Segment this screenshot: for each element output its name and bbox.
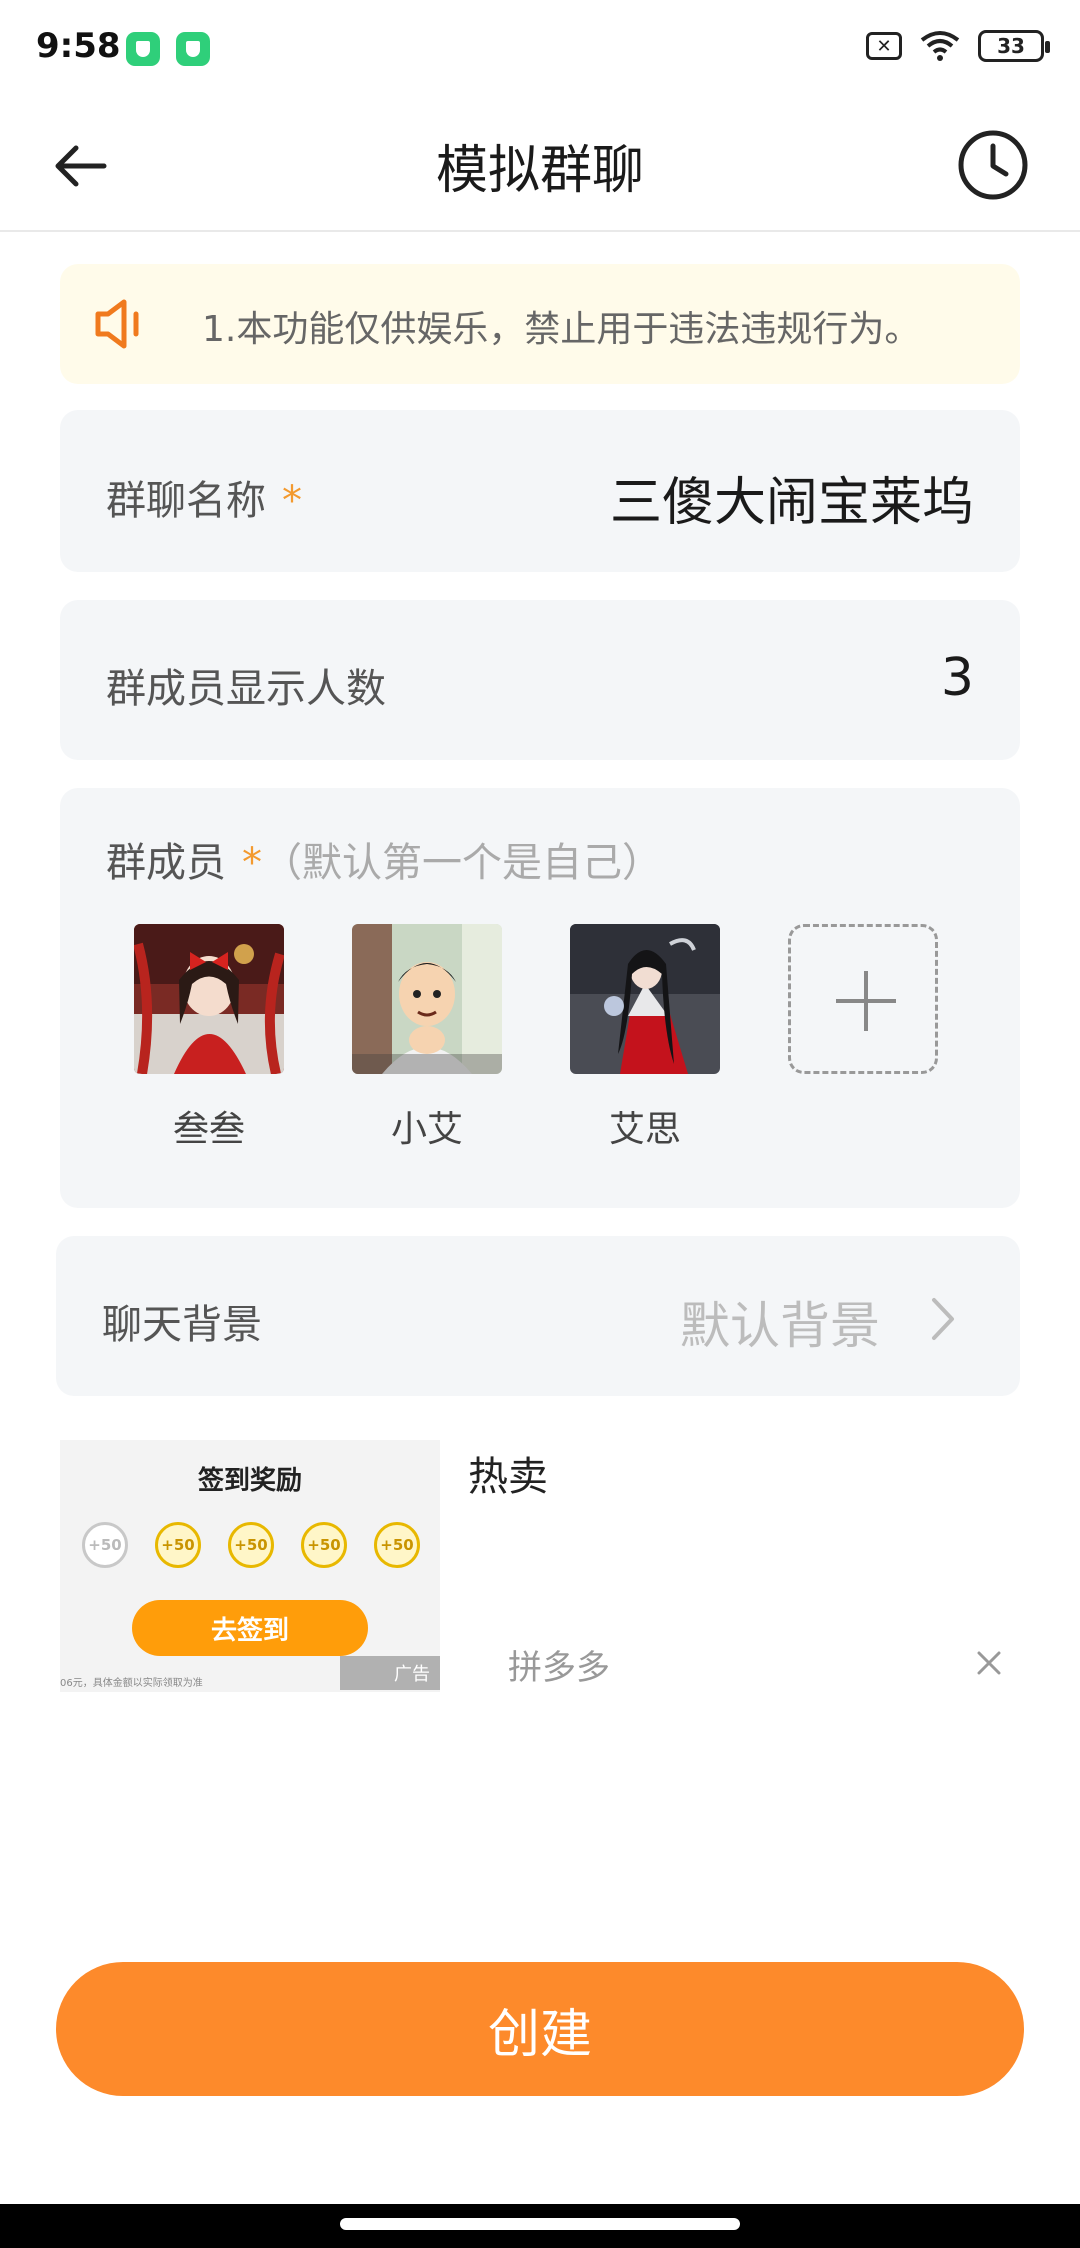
notice-text: 1.本功能仅供娱乐，禁止用于违法违规行为。 [202, 309, 921, 350]
avatar[interactable] [352, 924, 502, 1074]
coin-icon: +50 [82, 1522, 128, 1568]
member-item[interactable]: 叁叁 [134, 924, 284, 1152]
member-count-row[interactable]: 群成员显示人数 3 [60, 600, 1020, 760]
coin-icon: +50 [301, 1522, 347, 1568]
chat-background-value: 默认背景 [680, 1297, 880, 1355]
members-hint: （默认第一个是自己） [262, 840, 662, 886]
add-member-button[interactable] [788, 924, 938, 1152]
battery-level: 33 [997, 34, 1025, 58]
clock-icon[interactable] [954, 126, 1032, 204]
wifi-icon [920, 31, 960, 61]
group-name-field[interactable]: 三傻大闹宝莱坞 [610, 460, 974, 535]
ad-title[interactable]: 热卖 [468, 1444, 548, 1502]
coin-icon: +50 [155, 1522, 201, 1568]
group-name-label-text: 群聊名称 [106, 478, 266, 524]
ad-card[interactable]: 签到奖励 +50 +50 +50 +50 +50 去签到 06元，具体金额以实际… [60, 1440, 1020, 1692]
members-label-text: 群成员 [106, 840, 226, 886]
chat-background-row[interactable]: 聊天背景 默认背景 [56, 1236, 1020, 1396]
top-app-bar: 模拟群聊 [0, 100, 1080, 232]
member-name: 小艾 [390, 1109, 463, 1150]
notice-banner: 1.本功能仅供娱乐，禁止用于违法违规行为。 [60, 264, 1020, 384]
avatar[interactable] [134, 924, 284, 1074]
chevron-right-icon [932, 1298, 954, 1340]
members-section: 群成员 *（默认第一个是自己） 叁叁 小艾 艾思 [60, 788, 1020, 1208]
member-item[interactable]: 小艾 [352, 924, 502, 1152]
ad-tag: 广告 [340, 1656, 440, 1690]
ad-image-title: 签到奖励 [197, 1466, 302, 1496]
member-count-field[interactable]: 3 [941, 648, 974, 708]
battery-icon: 33 [978, 30, 1050, 62]
sim-off-icon: ✕ [866, 32, 902, 60]
member-name: 艾思 [608, 1109, 681, 1150]
create-button[interactable]: 创建 [56, 1962, 1024, 2096]
member-item[interactable]: 艾思 [570, 924, 720, 1152]
group-name-label: 群聊名称 * [106, 468, 302, 526]
status-time: 9:58 [36, 26, 121, 66]
ad-fine-print: 06元，具体金额以实际领取为准 [60, 1678, 203, 1689]
app-badge-icon [126, 32, 160, 66]
status-bar: 9:58 ✕ 33 [0, 0, 1080, 100]
navigation-bar [0, 2204, 1080, 2248]
chat-background-label: 聊天背景 [102, 1302, 262, 1348]
ad-source: 拼多多 [508, 1648, 610, 1688]
ad-image[interactable]: 签到奖励 +50 +50 +50 +50 +50 去签到 06元，具体金额以实际… [60, 1440, 440, 1692]
member-list: 叁叁 小艾 艾思 [134, 924, 938, 1152]
members-label: 群成员 *（默认第一个是自己） [106, 830, 662, 888]
required-mark: * [282, 478, 302, 524]
member-name: 叁叁 [172, 1109, 245, 1150]
coin-row: +50 +50 +50 +50 +50 [82, 1522, 420, 1568]
speaker-icon [95, 299, 139, 349]
app-badge-icon [176, 32, 210, 66]
coin-icon: +50 [374, 1522, 420, 1568]
page-title: 模拟群聊 [435, 141, 644, 201]
required-mark: * [242, 840, 262, 886]
coin-icon: +50 [228, 1522, 274, 1568]
ad-checkin-button[interactable]: 去签到 [132, 1600, 368, 1656]
group-name-row[interactable]: 群聊名称 * 三傻大闹宝莱坞 [60, 410, 1020, 572]
avatar[interactable] [570, 924, 720, 1074]
member-count-label: 群成员显示人数 [106, 666, 386, 712]
plus-icon[interactable] [788, 924, 938, 1074]
home-indicator[interactable] [340, 2218, 740, 2230]
close-icon[interactable] [976, 1650, 1002, 1676]
